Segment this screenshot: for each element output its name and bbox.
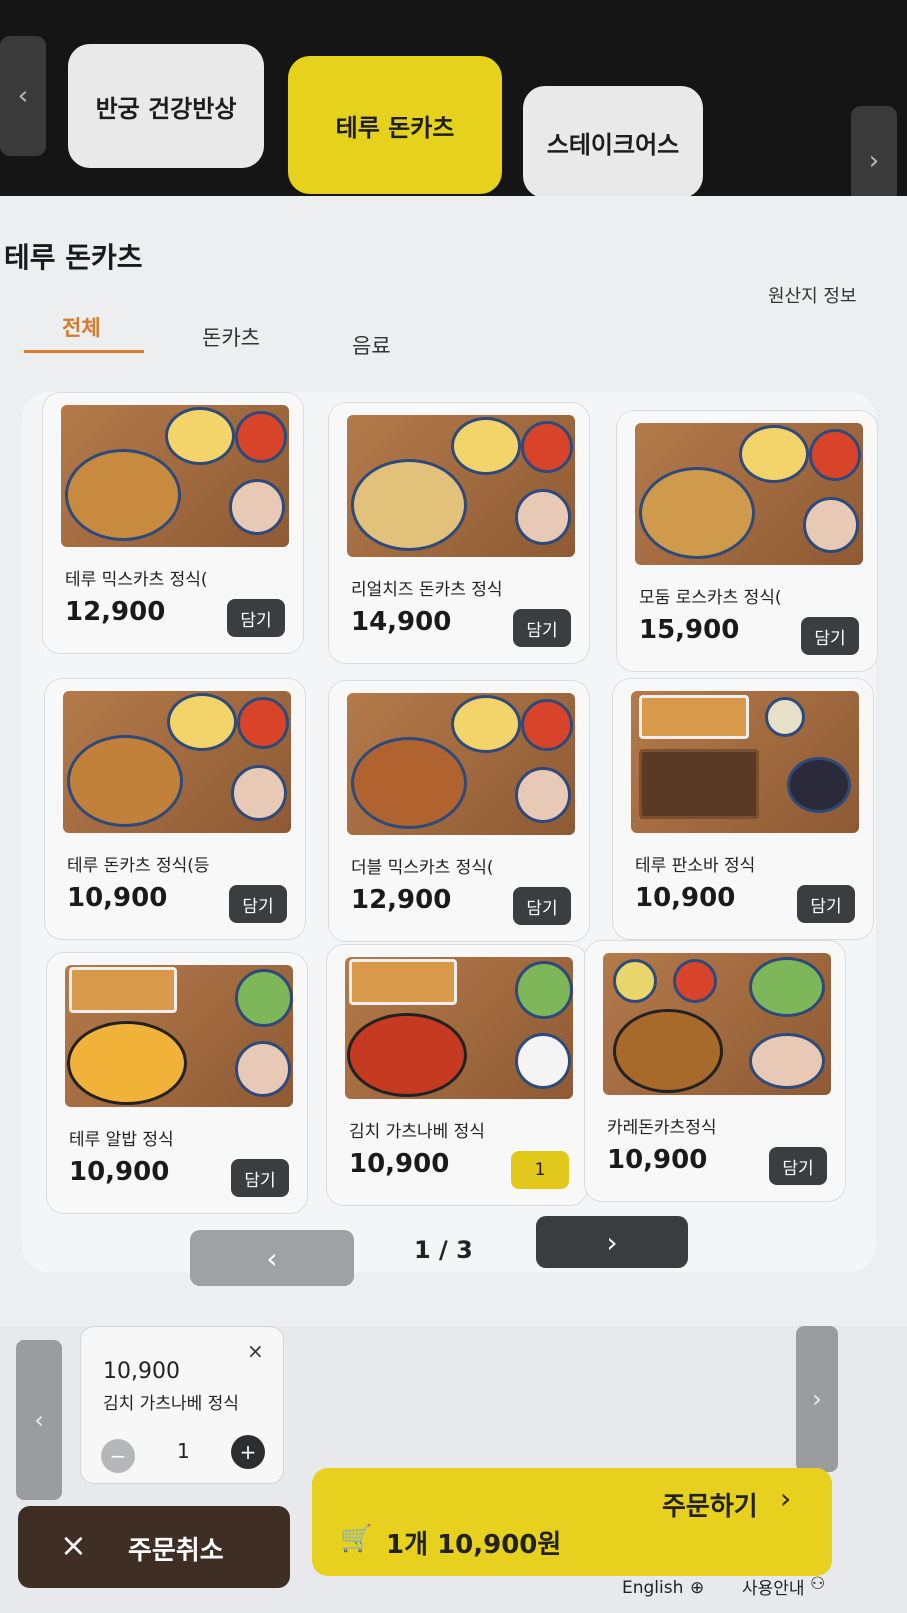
- increase-quantity-button[interactable]: +: [231, 1435, 265, 1469]
- menu-item-image: [347, 693, 575, 835]
- menu-item-image: [603, 953, 831, 1095]
- menu-item-name: 더블 믹스카츠 정식(: [351, 858, 494, 878]
- add-to-cart-button[interactable]: 담기: [769, 1147, 827, 1185]
- restaurant-bar: ‹ 반궁 건강반상 테루 돈카츠 스테이크어스 ›: [0, 0, 907, 216]
- cart-item-price: 10,900: [103, 1359, 180, 1384]
- order-summary: 1개 10,900원: [386, 1530, 562, 1560]
- origin-info-link[interactable]: 원산지 정보: [768, 282, 857, 308]
- menu-item-price: 10,900: [607, 1145, 708, 1175]
- menu-item-image: [345, 957, 573, 1099]
- restaurant-tab-steakus[interactable]: 스테이크어스: [523, 86, 703, 198]
- cart-item: 10,900 김치 가츠나베 정식 × − 1 +: [80, 1326, 284, 1484]
- menu-item-name: 테루 돈카츠 정식(등: [67, 856, 210, 876]
- menu-item-image: [631, 691, 859, 833]
- menu-item-price: 10,900: [349, 1149, 450, 1179]
- add-to-cart-button[interactable]: 담기: [513, 609, 571, 647]
- page-indicator: 1 / 3: [414, 1236, 473, 1264]
- menu-item-price: 12,900: [351, 885, 452, 915]
- menu-card[interactable]: 테루 돈카츠 정식(등 10,900 담기: [44, 678, 306, 940]
- menu-item-image: [63, 691, 291, 833]
- menu-item-image: [65, 965, 293, 1107]
- menu-item-price: 12,900: [65, 597, 166, 627]
- menu-panel: 테루 돈카츠 원산지 정보 전체 돈카츠 음료 테루 믹스카츠 정식( 12,9…: [0, 196, 907, 1326]
- cart-item-name: 김치 가츠나베 정식: [103, 1394, 239, 1414]
- add-to-cart-button[interactable]: 담기: [231, 1159, 289, 1197]
- menu-item-image: [61, 405, 289, 547]
- help-guide-button[interactable]: 사용안내: [742, 1574, 805, 1599]
- menu-card[interactable]: 테루 알밥 정식 10,900 담기: [46, 952, 308, 1214]
- menu-item-price: 10,900: [67, 883, 168, 913]
- place-order-label: 주문하기: [662, 1492, 758, 1522]
- restaurant-tab-teru[interactable]: 테루 돈카츠: [288, 56, 502, 194]
- page-title: 테루 돈카츠: [4, 241, 143, 274]
- cart-next-button[interactable]: ›: [796, 1326, 838, 1472]
- cancel-order-button[interactable]: × 주문취소: [18, 1506, 290, 1588]
- menu-item-name: 김치 가츠나베 정식: [349, 1122, 485, 1142]
- cart-icon: 🛒: [340, 1524, 373, 1554]
- menu-card[interactable]: 테루 판소바 정식 10,900 담기: [612, 678, 874, 940]
- user-help-icon: ⚇: [810, 1574, 826, 1594]
- cart-prev-button[interactable]: ‹: [16, 1340, 62, 1500]
- restaurant-tab-bangung[interactable]: 반궁 건강반상: [68, 44, 264, 168]
- menu-card[interactable]: 테루 믹스카츠 정식( 12,900 담기: [42, 392, 304, 654]
- add-to-cart-button[interactable]: 담기: [229, 885, 287, 923]
- menu-item-name: 카레돈카츠정식: [607, 1118, 717, 1138]
- menu-item-price: 14,900: [351, 607, 452, 637]
- language-button[interactable]: English: [622, 1578, 683, 1598]
- add-to-cart-button[interactable]: 담기: [801, 617, 859, 655]
- menu-item-price: 15,900: [639, 615, 740, 645]
- menu-card[interactable]: 카레돈카츠정식 10,900 담기: [584, 940, 846, 1202]
- cart-item-quantity: 1: [177, 1439, 190, 1463]
- cancel-order-label: 주문취소: [128, 1536, 224, 1566]
- prev-page-button[interactable]: ‹: [190, 1230, 354, 1286]
- menu-item-name: 리얼치즈 돈카츠 정식: [351, 580, 503, 600]
- tab-all[interactable]: 전체: [62, 312, 101, 342]
- globe-icon: ⊕: [690, 1578, 705, 1598]
- menu-item-price: 10,900: [635, 883, 736, 913]
- menu-item-name: 모둠 로스카츠 정식(: [639, 588, 782, 608]
- restaurant-prev-button[interactable]: ‹: [0, 36, 46, 156]
- menu-item-name: 테루 믹스카츠 정식(: [65, 570, 208, 590]
- place-order-button[interactable]: 🛒 1개 10,900원 주문하기 ›: [312, 1468, 832, 1576]
- add-to-cart-button[interactable]: 담기: [513, 887, 571, 925]
- next-page-button[interactable]: ›: [536, 1216, 688, 1268]
- menu-item-price: 10,900: [69, 1157, 170, 1187]
- menu-grid: 테루 믹스카츠 정식( 12,900 담기 리얼치즈 돈카츠 정식 14,900…: [22, 392, 878, 1272]
- menu-item-name: 테루 판소바 정식: [635, 856, 756, 876]
- tab-drinks[interactable]: 음료: [352, 330, 391, 360]
- menu-card[interactable]: 더블 믹스카츠 정식( 12,900 담기: [328, 680, 590, 942]
- chevron-right-icon: ›: [780, 1482, 792, 1515]
- add-to-cart-button[interactable]: 담기: [797, 885, 855, 923]
- add-to-cart-button[interactable]: 담기: [227, 599, 285, 637]
- close-icon: ×: [60, 1526, 87, 1564]
- menu-item-image: [635, 423, 863, 565]
- menu-card[interactable]: 김치 가츠나베 정식 10,900 1: [326, 944, 588, 1206]
- tab-donkatsu[interactable]: 돈카츠: [202, 322, 260, 352]
- cart-quantity-badge[interactable]: 1: [511, 1151, 569, 1189]
- menu-item-image: [347, 415, 575, 557]
- remove-item-button[interactable]: ×: [247, 1339, 264, 1363]
- menu-card[interactable]: 모둠 로스카츠 정식( 15,900 담기: [616, 410, 878, 672]
- menu-card[interactable]: 리얼치즈 돈카츠 정식 14,900 담기: [328, 402, 590, 664]
- menu-item-name: 테루 알밥 정식: [69, 1130, 174, 1150]
- decrease-quantity-button[interactable]: −: [101, 1439, 135, 1473]
- active-tab-indicator: [24, 350, 144, 353]
